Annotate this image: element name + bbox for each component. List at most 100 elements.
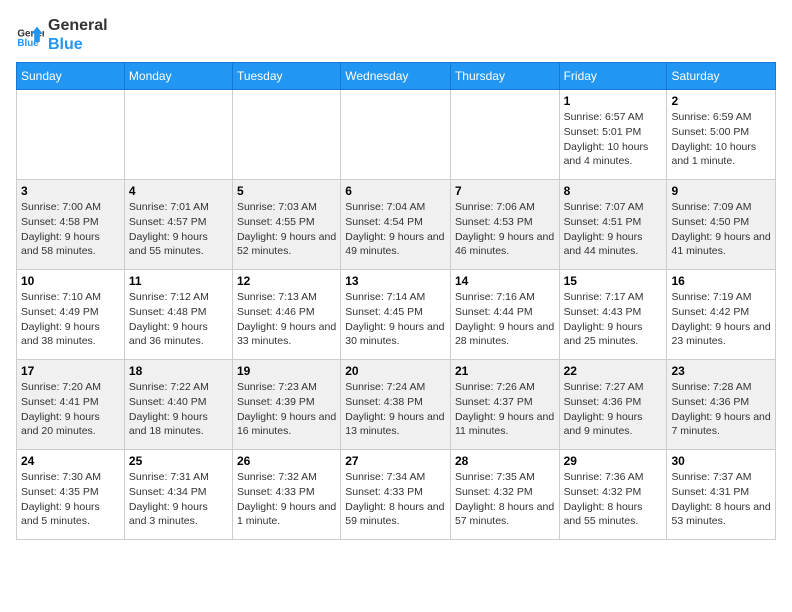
day-info: Sunrise: 7:32 AM Sunset: 4:33 PM Dayligh… xyxy=(237,470,336,529)
calendar-cell: 22 Sunrise: 7:27 AM Sunset: 4:36 PM Dayli… xyxy=(559,360,667,450)
calendar-cell: 28 Sunrise: 7:35 AM Sunset: 4:32 PM Dayli… xyxy=(450,450,559,540)
day-info: Sunrise: 7:23 AM Sunset: 4:39 PM Dayligh… xyxy=(237,380,336,439)
day-number: 11 xyxy=(129,274,228,288)
day-info: Sunrise: 7:34 AM Sunset: 4:33 PM Dayligh… xyxy=(345,470,446,529)
calendar-cell: 13 Sunrise: 7:14 AM Sunset: 4:45 PM Dayli… xyxy=(341,270,451,360)
header-wednesday: Wednesday xyxy=(341,63,451,90)
calendar-cell: 20 Sunrise: 7:24 AM Sunset: 4:38 PM Dayli… xyxy=(341,360,451,450)
day-number: 5 xyxy=(237,184,336,198)
calendar-cell: 3 Sunrise: 7:00 AM Sunset: 4:58 PM Daylig… xyxy=(17,180,125,270)
calendar-cell: 4 Sunrise: 7:01 AM Sunset: 4:57 PM Daylig… xyxy=(124,180,232,270)
calendar-cell: 5 Sunrise: 7:03 AM Sunset: 4:55 PM Daylig… xyxy=(232,180,340,270)
calendar-cell: 8 Sunrise: 7:07 AM Sunset: 4:51 PM Daylig… xyxy=(559,180,667,270)
day-number: 26 xyxy=(237,454,336,468)
day-number: 27 xyxy=(345,454,446,468)
header-thursday: Thursday xyxy=(450,63,559,90)
day-info: Sunrise: 7:22 AM Sunset: 4:40 PM Dayligh… xyxy=(129,380,228,439)
day-info: Sunrise: 7:17 AM Sunset: 4:43 PM Dayligh… xyxy=(564,290,663,349)
day-info: Sunrise: 6:57 AM Sunset: 5:01 PM Dayligh… xyxy=(564,110,663,169)
day-number: 16 xyxy=(671,274,771,288)
day-number: 21 xyxy=(455,364,555,378)
week-row-2: 3 Sunrise: 7:00 AM Sunset: 4:58 PM Daylig… xyxy=(17,180,776,270)
day-info: Sunrise: 7:16 AM Sunset: 4:44 PM Dayligh… xyxy=(455,290,555,349)
logo-icon: General Blue xyxy=(16,21,44,49)
calendar-cell: 30 Sunrise: 7:37 AM Sunset: 4:31 PM Dayli… xyxy=(667,450,776,540)
calendar-header-row: SundayMondayTuesdayWednesdayThursdayFrid… xyxy=(17,63,776,90)
day-number: 13 xyxy=(345,274,446,288)
day-info: Sunrise: 7:36 AM Sunset: 4:32 PM Dayligh… xyxy=(564,470,663,529)
calendar-table: SundayMondayTuesdayWednesdayThursdayFrid… xyxy=(16,62,776,540)
day-number: 6 xyxy=(345,184,446,198)
logo-blue: Blue xyxy=(48,35,108,54)
day-info: Sunrise: 7:31 AM Sunset: 4:34 PM Dayligh… xyxy=(129,470,228,529)
week-row-4: 17Sunrise: 7:20 AM Sunset: 4:41 PM Dayli… xyxy=(17,360,776,450)
day-info: Sunrise: 7:20 AM Sunset: 4:41 PM Dayligh… xyxy=(21,380,120,439)
day-info: Sunrise: 7:06 AM Sunset: 4:53 PM Dayligh… xyxy=(455,200,555,259)
logo: General Blue General Blue xyxy=(16,16,108,54)
day-info: Sunrise: 7:03 AM Sunset: 4:55 PM Dayligh… xyxy=(237,200,336,259)
day-number: 9 xyxy=(671,184,771,198)
day-info: Sunrise: 7:07 AM Sunset: 4:51 PM Dayligh… xyxy=(564,200,663,259)
day-info: Sunrise: 7:13 AM Sunset: 4:46 PM Dayligh… xyxy=(237,290,336,349)
day-number: 2 xyxy=(671,94,771,108)
day-number: 29 xyxy=(564,454,663,468)
header-monday: Monday xyxy=(124,63,232,90)
day-info: Sunrise: 7:35 AM Sunset: 4:32 PM Dayligh… xyxy=(455,470,555,529)
calendar-cell xyxy=(341,90,451,180)
day-info: Sunrise: 7:30 AM Sunset: 4:35 PM Dayligh… xyxy=(21,470,120,529)
calendar-cell: 25 Sunrise: 7:31 AM Sunset: 4:34 PM Dayli… xyxy=(124,450,232,540)
day-number: 18 xyxy=(129,364,228,378)
day-number: 8 xyxy=(564,184,663,198)
calendar-cell: 7Sunrise: 7:06 AM Sunset: 4:53 PM Daylig… xyxy=(450,180,559,270)
calendar-cell: 19 Sunrise: 7:23 AM Sunset: 4:39 PM Dayli… xyxy=(232,360,340,450)
header-friday: Friday xyxy=(559,63,667,90)
day-info: Sunrise: 7:09 AM Sunset: 4:50 PM Dayligh… xyxy=(671,200,771,259)
calendar-cell: 23Sunrise: 7:28 AM Sunset: 4:36 PM Dayli… xyxy=(667,360,776,450)
calendar-cell xyxy=(17,90,125,180)
day-info: Sunrise: 7:01 AM Sunset: 4:57 PM Dayligh… xyxy=(129,200,228,259)
calendar-cell: 21 Sunrise: 7:26 AM Sunset: 4:37 PM Dayli… xyxy=(450,360,559,450)
calendar-cell: 15Sunrise: 7:17 AM Sunset: 4:43 PM Dayli… xyxy=(559,270,667,360)
week-row-5: 24 Sunrise: 7:30 AM Sunset: 4:35 PM Dayli… xyxy=(17,450,776,540)
day-info: Sunrise: 7:27 AM Sunset: 4:36 PM Dayligh… xyxy=(564,380,663,439)
calendar-cell: 6 Sunrise: 7:04 AM Sunset: 4:54 PM Daylig… xyxy=(341,180,451,270)
day-info: Sunrise: 7:24 AM Sunset: 4:38 PM Dayligh… xyxy=(345,380,446,439)
calendar-cell: 1 Sunrise: 6:57 AM Sunset: 5:01 PM Daylig… xyxy=(559,90,667,180)
calendar-cell: 16 Sunrise: 7:19 AM Sunset: 4:42 PM Dayli… xyxy=(667,270,776,360)
calendar-cell: 2 Sunrise: 6:59 AM Sunset: 5:00 PM Daylig… xyxy=(667,90,776,180)
day-info: Sunrise: 7:10 AM Sunset: 4:49 PM Dayligh… xyxy=(21,290,120,349)
day-number: 19 xyxy=(237,364,336,378)
day-number: 30 xyxy=(671,454,771,468)
calendar-cell: 9 Sunrise: 7:09 AM Sunset: 4:50 PM Daylig… xyxy=(667,180,776,270)
day-number: 1 xyxy=(564,94,663,108)
day-number: 28 xyxy=(455,454,555,468)
day-number: 22 xyxy=(564,364,663,378)
calendar-cell: 24 Sunrise: 7:30 AM Sunset: 4:35 PM Dayli… xyxy=(17,450,125,540)
day-number: 20 xyxy=(345,364,446,378)
day-number: 14 xyxy=(455,274,555,288)
calendar-cell: 17Sunrise: 7:20 AM Sunset: 4:41 PM Dayli… xyxy=(17,360,125,450)
day-number: 3 xyxy=(21,184,120,198)
day-info: Sunrise: 7:00 AM Sunset: 4:58 PM Dayligh… xyxy=(21,200,120,259)
header-sunday: Sunday xyxy=(17,63,125,90)
calendar-cell xyxy=(232,90,340,180)
page-header: General Blue General Blue xyxy=(16,16,776,54)
week-row-1: 1 Sunrise: 6:57 AM Sunset: 5:01 PM Daylig… xyxy=(17,90,776,180)
day-info: Sunrise: 7:28 AM Sunset: 4:36 PM Dayligh… xyxy=(671,380,771,439)
day-info: Sunrise: 6:59 AM Sunset: 5:00 PM Dayligh… xyxy=(671,110,771,169)
day-number: 12 xyxy=(237,274,336,288)
calendar-cell: 14 Sunrise: 7:16 AM Sunset: 4:44 PM Dayli… xyxy=(450,270,559,360)
calendar-cell: 18 Sunrise: 7:22 AM Sunset: 4:40 PM Dayli… xyxy=(124,360,232,450)
day-number: 10 xyxy=(21,274,120,288)
day-number: 25 xyxy=(129,454,228,468)
day-number: 24 xyxy=(21,454,120,468)
day-number: 4 xyxy=(129,184,228,198)
day-info: Sunrise: 7:37 AM Sunset: 4:31 PM Dayligh… xyxy=(671,470,771,529)
week-row-3: 10 Sunrise: 7:10 AM Sunset: 4:49 PM Dayli… xyxy=(17,270,776,360)
day-info: Sunrise: 7:26 AM Sunset: 4:37 PM Dayligh… xyxy=(455,380,555,439)
day-info: Sunrise: 7:04 AM Sunset: 4:54 PM Dayligh… xyxy=(345,200,446,259)
calendar-cell: 27 Sunrise: 7:34 AM Sunset: 4:33 PM Dayli… xyxy=(341,450,451,540)
day-info: Sunrise: 7:14 AM Sunset: 4:45 PM Dayligh… xyxy=(345,290,446,349)
calendar-cell xyxy=(124,90,232,180)
day-info: Sunrise: 7:19 AM Sunset: 4:42 PM Dayligh… xyxy=(671,290,771,349)
